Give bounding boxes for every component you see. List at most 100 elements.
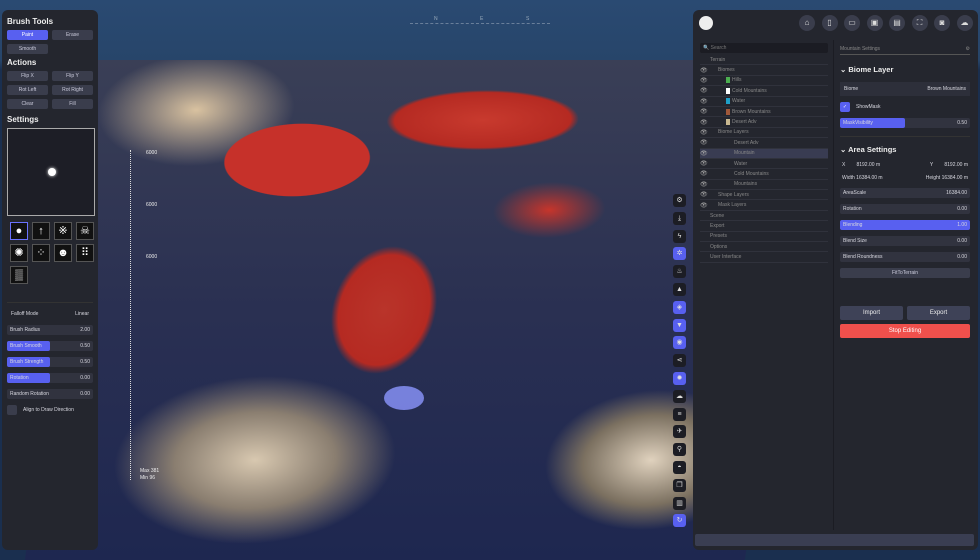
tree-item[interactable]: 👁 Cold Mountains (700, 86, 828, 97)
width-field[interactable]: Width 16384.00 m (842, 175, 883, 181)
save-icon[interactable]: ▣ (866, 15, 883, 31)
import-button[interactable]: Import (840, 306, 903, 320)
fit-to-terrain-button[interactable]: FitToTerrain (840, 268, 970, 278)
camera-icon[interactable]: ◙ (934, 15, 950, 31)
eye-icon[interactable]: 👁 (700, 129, 710, 136)
circle-brush-icon[interactable]: ● (10, 222, 28, 240)
slider-areascale[interactable]: AreaScale 16384.00 (840, 188, 970, 198)
eye-icon[interactable]: 👁 (700, 202, 710, 209)
eye-icon[interactable]: 👁 (700, 160, 710, 167)
slider-blend-roundness[interactable]: Blend Roundness 0.00 (840, 252, 970, 262)
search-input[interactable]: 🔍 Search (700, 43, 828, 53)
slider-brush-radius[interactable]: Brush Radius 2.00 (7, 325, 93, 335)
flip-y-button[interactable]: Flip Y (52, 71, 93, 81)
paint-button[interactable]: Paint (7, 30, 48, 40)
texture-brush-icon[interactable]: ▒ (10, 266, 28, 284)
slider-brush-smooth[interactable]: Brush Smooth 0.50 (7, 341, 93, 351)
area-settings-title[interactable]: ⌄ Area Settings (840, 145, 970, 154)
arrow-brush-icon[interactable]: ↑ (32, 222, 50, 240)
fullscreen-icon[interactable]: ⛶ (911, 15, 928, 31)
chart-icon[interactable]: ▥ (673, 496, 686, 510)
settings-sliders-icon[interactable]: ✲ (673, 247, 686, 261)
biome-layer-title[interactable]: ⌄ Biome Layer (840, 65, 970, 74)
share-icon[interactable]: ⋖ (673, 354, 686, 368)
download-icon[interactable]: ⤓ (673, 211, 686, 225)
slider-blend-size[interactable]: Blend Size 0.00 (840, 236, 970, 246)
new-file-icon[interactable]: ▯ (821, 15, 838, 31)
gear-icon[interactable]: ⚙ (966, 46, 970, 52)
tree-item[interactable]: Scene (700, 211, 828, 222)
dome-icon[interactable]: ◓ (673, 460, 686, 474)
fill-button[interactable]: Fill (52, 99, 93, 109)
flip-x-button[interactable]: Flip X (7, 71, 48, 81)
plane-icon[interactable]: ✈ (673, 425, 686, 439)
person-icon[interactable]: ⚲ (673, 443, 686, 457)
skull-brush-icon[interactable]: ☻ (54, 244, 72, 262)
scatter-brush-icon[interactable]: ⁘ (32, 244, 50, 262)
eye-icon[interactable]: 👁 (700, 191, 710, 198)
tree-item[interactable]: 👁 Hills (700, 76, 828, 87)
checkbox[interactable] (7, 405, 17, 415)
home-icon[interactable]: ⌂ (799, 15, 815, 31)
tree-item[interactable]: 👁 Biome Layers (700, 128, 828, 139)
export-button[interactable]: Export (907, 306, 970, 320)
tree-item[interactable]: 👁 Water (700, 97, 828, 107)
filter-icon[interactable]: ▼ (673, 318, 686, 332)
slider-blending[interactable]: Blending 1.00 (840, 220, 970, 230)
layers-icon[interactable]: ◈ (673, 300, 686, 314)
tree-item[interactable]: Terrain (700, 55, 828, 66)
tree-item[interactable]: 👁 Desert Adv (700, 117, 828, 128)
mountain-icon[interactable]: ▲ (673, 282, 686, 296)
rot-right-button[interactable]: Rot Right (52, 85, 93, 95)
tree-item[interactable]: User Interface (700, 252, 828, 263)
clear-button[interactable]: Clear (7, 99, 48, 109)
check-icon[interactable]: ✓ (840, 102, 850, 112)
tree-item[interactable]: 👁 Brown Mountains (700, 107, 828, 118)
tree-item[interactable]: Options (700, 242, 828, 253)
y-field[interactable]: Y 8192.00 m (930, 162, 968, 168)
height-field[interactable]: Height 16384.00 m (926, 175, 968, 181)
erase-button[interactable]: Erase (52, 30, 93, 40)
eye-icon[interactable]: 👁 (700, 98, 710, 105)
tree-item[interactable]: 👁 Water (700, 159, 828, 170)
slider-rotation[interactable]: Rotation 0.00 (7, 373, 93, 383)
tree-item[interactable]: 👁 Shape Layers (700, 190, 828, 201)
eye-icon[interactable]: 👁 (700, 170, 710, 177)
open-folder-icon[interactable]: ▭ (844, 15, 860, 31)
x-field[interactable]: X 8192.00 m (842, 162, 880, 168)
eye-icon[interactable]: 👁 (700, 67, 710, 74)
stop-editing-button[interactable]: Stop Editing (840, 324, 970, 338)
tree-item[interactable]: 👁 Mask Layers (700, 200, 828, 211)
slider-random-rotation[interactable]: Random Rotation 0.00 (7, 389, 93, 399)
eye-icon[interactable]: 👁 (700, 108, 710, 115)
align-checkbox[interactable]: Align to Draw Direction (7, 405, 93, 415)
refresh-icon[interactable]: ↻ (673, 514, 686, 528)
eye-icon[interactable]: 👁 (700, 87, 710, 94)
tree-item[interactable]: 👁 Mountains (700, 180, 828, 191)
save-as-icon[interactable]: ▤ (889, 15, 905, 31)
tree-item[interactable]: 👁 Biomes (700, 65, 828, 76)
chat-icon[interactable]: ☁ (956, 15, 973, 31)
radial-brush-icon[interactable]: ✺ (10, 244, 28, 262)
skull-crossbones-brush-icon[interactable]: ☠ (76, 222, 94, 240)
cloud-icon[interactable]: ☁ (673, 389, 686, 403)
falloff-mode-select[interactable]: Falloff Mode Linear (7, 307, 93, 321)
tree-item[interactable]: Presets (700, 232, 828, 243)
eye-icon[interactable]: 👁 (700, 77, 710, 84)
tree-item[interactable]: 👁 Mountain (700, 148, 828, 159)
tree-item[interactable]: Export (700, 221, 828, 232)
compass[interactable]: N E S (410, 6, 550, 24)
eye-icon[interactable]: ◉ (673, 336, 686, 350)
show-mask-checkbox[interactable]: ✓ ShowMask (840, 102, 970, 112)
sun-icon[interactable]: ✹ (673, 371, 686, 385)
gear-icon[interactable]: ⚙ (673, 194, 686, 207)
lines-icon[interactable]: ≡ (673, 407, 686, 421)
slider-brush-strength[interactable]: Brush Strength 0.50 (7, 357, 93, 367)
eye-icon[interactable]: 👁 (700, 119, 710, 126)
fire-icon[interactable]: ♨ (673, 265, 686, 279)
copy-icon[interactable]: ❐ (673, 478, 686, 492)
biome-select[interactable]: Biome Brown Mountains (840, 82, 970, 96)
eye-icon[interactable]: 👁 (700, 150, 710, 157)
rot-left-button[interactable]: Rot Left (7, 85, 48, 95)
dots-grid-brush-icon[interactable]: ⠿ (76, 244, 94, 262)
